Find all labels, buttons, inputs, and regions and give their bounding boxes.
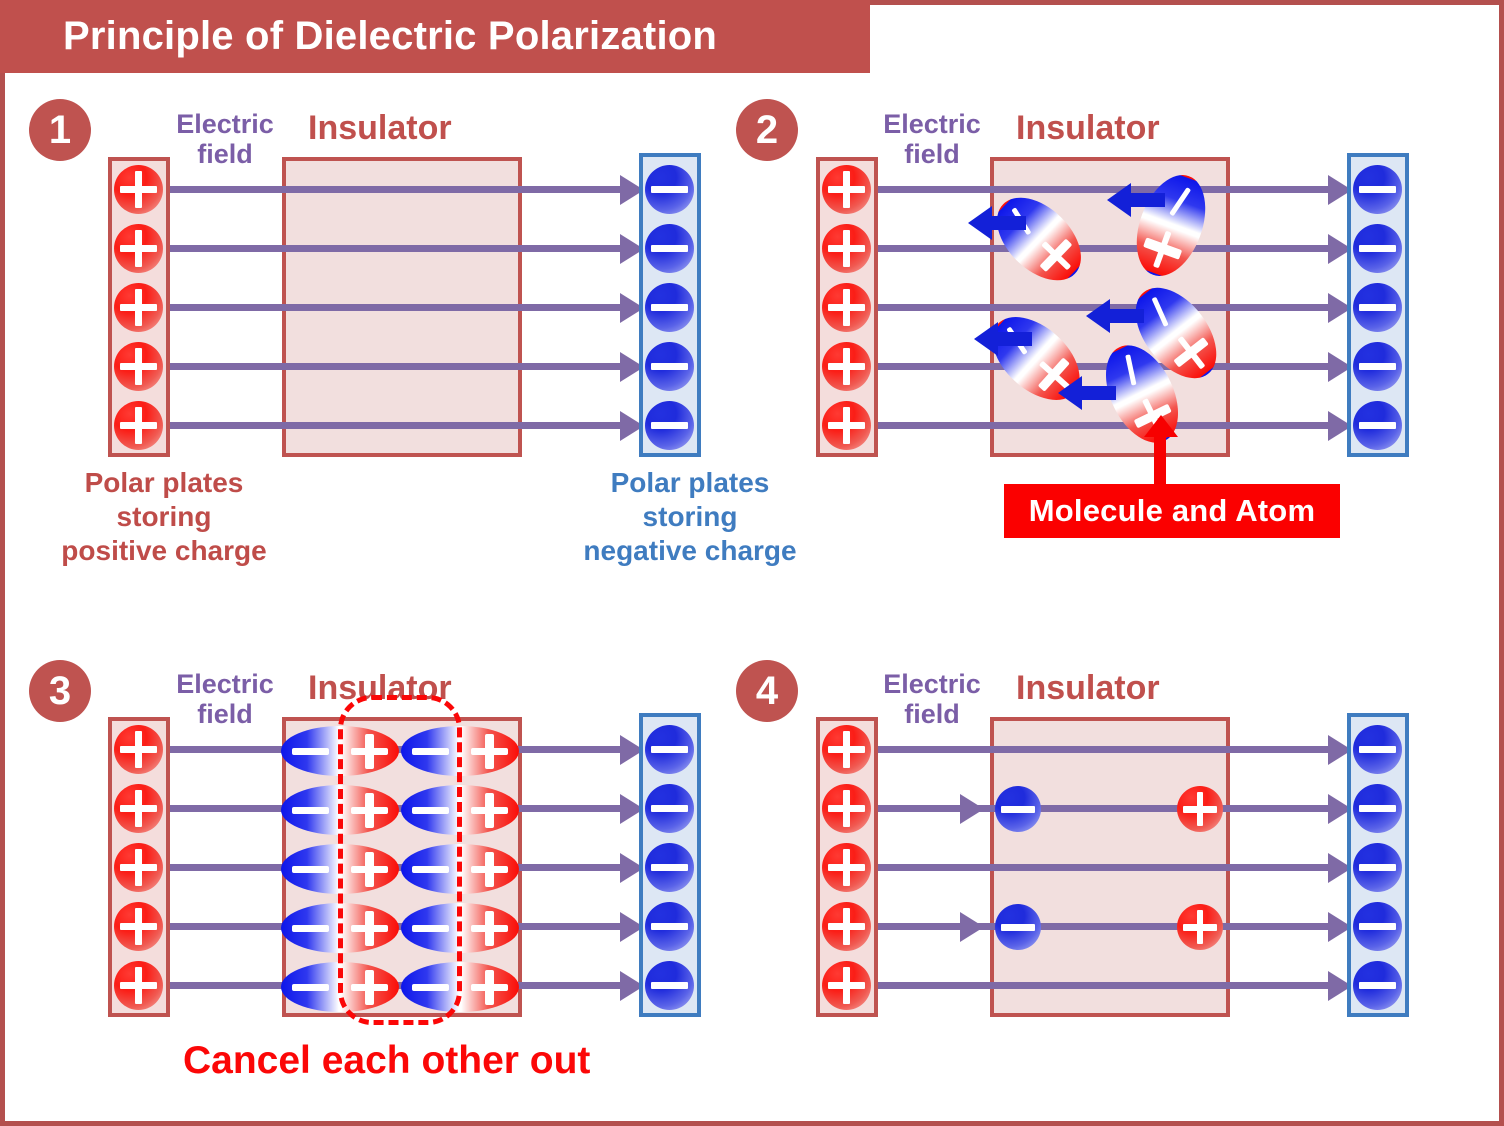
plus-charge-icon	[822, 224, 871, 273]
surface-minus-charge-icon	[995, 786, 1041, 832]
minus-charge-icon	[645, 961, 694, 1010]
callout-arrow-icon	[1144, 415, 1178, 437]
title-bar: Principle of Dielectric Polarization	[0, 0, 870, 73]
insulator-label-4: Insulator	[1016, 669, 1160, 707]
insulator-label-1: Insulator	[308, 109, 452, 147]
minus-charge-icon	[1353, 843, 1402, 892]
minus-charge-icon	[645, 843, 694, 892]
panel-badge-3: 3	[29, 660, 91, 722]
caption-negative-plate: Polar plates storing negative charge	[583, 467, 797, 567]
electric-field-label-4: Electric field	[883, 669, 981, 730]
plus-charge-icon	[114, 283, 163, 332]
page-title: Principle of Dielectric Polarization	[63, 14, 718, 58]
electric-field-label-1: Electric field	[176, 109, 274, 170]
field-line	[873, 805, 1328, 812]
plus-charge-icon	[114, 843, 163, 892]
rotation-arrow-icon	[974, 322, 1032, 356]
molecule-and-atom-callout: Molecule and Atom	[1004, 484, 1340, 538]
minus-charge-icon	[1353, 784, 1402, 833]
field-arrow-icon	[960, 794, 984, 824]
plus-charge-icon	[114, 725, 163, 774]
rotation-arrow-icon	[968, 206, 1026, 240]
panel-badge-1: 1	[29, 99, 91, 161]
plus-charge-icon	[822, 725, 871, 774]
plus-charge-icon	[822, 342, 871, 391]
field-line	[165, 245, 620, 252]
callout-stem	[1154, 435, 1166, 485]
minus-charge-icon	[1353, 342, 1402, 391]
field-line	[873, 982, 1328, 989]
plus-charge-icon	[822, 961, 871, 1010]
caption-positive-plate: Polar plates storing positive charge	[61, 467, 267, 567]
field-line	[165, 304, 620, 311]
rotation-arrow-icon	[1107, 183, 1165, 217]
rotation-arrow-icon	[1086, 299, 1144, 333]
field-arrow-icon	[960, 912, 984, 942]
minus-charge-icon	[645, 342, 694, 391]
plus-charge-icon	[114, 342, 163, 391]
electric-field-label-2: Electric field	[883, 109, 981, 170]
plus-charge-icon	[114, 961, 163, 1010]
field-line	[165, 422, 620, 429]
plus-charge-icon	[114, 784, 163, 833]
minus-charge-icon	[1353, 401, 1402, 450]
field-line	[165, 186, 620, 193]
diagram-page: Principle of Dielectric Polarization 1 E…	[0, 0, 1504, 1126]
surface-minus-charge-icon	[995, 904, 1041, 950]
plus-charge-icon	[822, 283, 871, 332]
minus-charge-icon	[1353, 165, 1402, 214]
insulator-label-2: Insulator	[1016, 109, 1160, 147]
field-line	[873, 923, 1328, 930]
minus-charge-icon	[645, 401, 694, 450]
plus-charge-icon	[114, 401, 163, 450]
panel-badge-4: 4	[736, 660, 798, 722]
plus-charge-icon	[822, 843, 871, 892]
rotation-arrow-icon	[1058, 376, 1116, 410]
minus-charge-icon	[645, 784, 694, 833]
plus-charge-icon	[114, 165, 163, 214]
minus-charge-icon	[1353, 725, 1402, 774]
plus-charge-icon	[822, 165, 871, 214]
minus-charge-icon	[645, 224, 694, 273]
cancel-annotation: Cancel each other out	[183, 1039, 591, 1082]
plus-charge-icon	[822, 784, 871, 833]
plus-charge-icon	[114, 224, 163, 273]
field-line	[873, 422, 1328, 429]
electric-field-label-3: Electric field	[176, 669, 274, 730]
surface-plus-charge-icon	[1177, 786, 1223, 832]
minus-charge-icon	[645, 165, 694, 214]
plus-charge-icon	[114, 902, 163, 951]
plus-charge-icon	[822, 401, 871, 450]
minus-charge-icon	[645, 725, 694, 774]
minus-charge-icon	[645, 902, 694, 951]
minus-charge-icon	[645, 283, 694, 332]
surface-plus-charge-icon	[1177, 904, 1223, 950]
field-line	[165, 363, 620, 370]
plus-charge-icon	[822, 902, 871, 951]
field-line	[873, 864, 1328, 871]
minus-charge-icon	[1353, 902, 1402, 951]
field-line	[873, 245, 1328, 252]
panel-badge-2: 2	[736, 99, 798, 161]
field-line	[873, 186, 1328, 193]
field-line	[873, 746, 1328, 753]
minus-charge-icon	[1353, 224, 1402, 273]
minus-charge-icon	[1353, 283, 1402, 332]
minus-charge-icon	[1353, 961, 1402, 1010]
cancel-region-outline	[338, 695, 462, 1025]
